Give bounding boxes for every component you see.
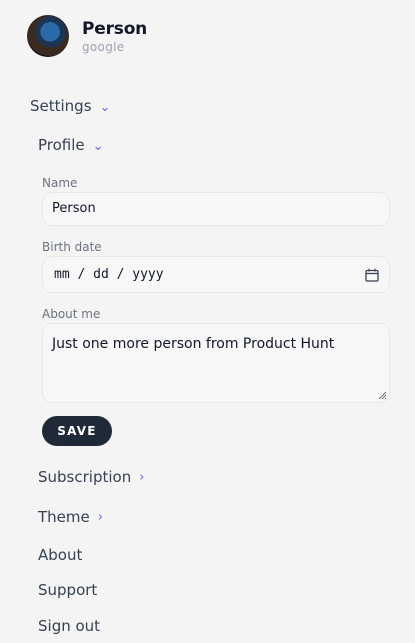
theme-label: Theme <box>38 508 90 526</box>
subscription-menu[interactable]: Subscription › <box>38 468 144 486</box>
birth-date-label: Birth date <box>42 240 102 254</box>
name-label: Name <box>42 176 78 190</box>
profile-menu[interactable]: Profile ⌄ <box>38 136 104 154</box>
avatar <box>27 15 69 57</box>
save-button[interactable]: SAVE <box>42 416 112 446</box>
about-label: About me <box>42 307 101 321</box>
chevron-right-icon: › <box>139 469 145 485</box>
user-provider: google <box>82 39 125 54</box>
sign-out-link[interactable]: Sign out <box>38 617 100 635</box>
user-name: Person <box>82 18 148 39</box>
about-link[interactable]: About <box>38 546 82 564</box>
about-textarea[interactable]: Just one more person from Product Hunt <box>42 323 390 403</box>
profile-label: Profile <box>38 136 85 154</box>
subscription-label: Subscription <box>38 468 132 486</box>
birth-date-placeholder: mm / dd / yyyy <box>54 267 164 282</box>
user-header: Person google <box>27 15 147 57</box>
user-info: Person google <box>82 19 147 55</box>
support-link[interactable]: Support <box>38 581 97 599</box>
name-field[interactable]: Person <box>42 192 390 226</box>
resize-handle-icon[interactable] <box>378 391 387 400</box>
settings-menu[interactable]: Settings ⌄ <box>30 97 110 115</box>
chevron-down-icon: ⌄ <box>99 99 111 115</box>
theme-menu[interactable]: Theme › <box>38 508 103 526</box>
chevron-down-icon: ⌄ <box>92 138 104 154</box>
birth-date-field[interactable]: mm / dd / yyyy <box>42 256 390 293</box>
settings-label: Settings <box>30 97 92 115</box>
calendar-icon[interactable] <box>365 268 379 282</box>
chevron-right-icon: › <box>97 509 103 525</box>
about-text: Just one more person from Product Hunt <box>52 336 335 352</box>
